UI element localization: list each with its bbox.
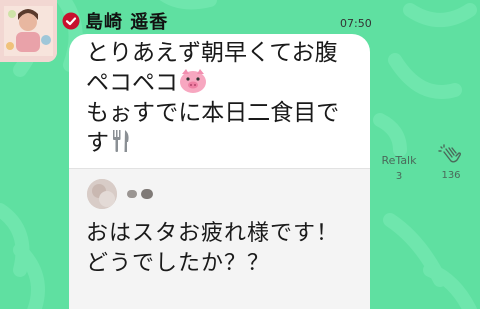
sender-name[interactable]: 島崎 遥香 bbox=[85, 8, 168, 34]
clapping-hands-icon bbox=[438, 144, 462, 163]
pig-face-icon bbox=[180, 69, 206, 93]
message-bubble[interactable]: とりあえず朝早くてお腹 ペコペコ もぉすでに本日二食目で す おはスタお疲れ様で… bbox=[69, 34, 370, 309]
verified-badge-icon bbox=[62, 12, 80, 30]
sender-avatar[interactable] bbox=[0, 0, 57, 62]
timestamp: 07:50 bbox=[340, 17, 372, 30]
message-line-text: ペコペコ bbox=[86, 70, 178, 96]
reply-section[interactable]: おはスタお疲れ様です！ どうでしたか？？ bbox=[69, 168, 370, 309]
retalk-button[interactable]: ReTalk 3 bbox=[380, 154, 418, 182]
message-line-text: もぉすでに本日二食目で bbox=[86, 100, 340, 126]
message-line-text: す bbox=[86, 130, 109, 156]
clap-count: 136 bbox=[441, 170, 461, 181]
retalk-count: 3 bbox=[395, 171, 403, 182]
reply-line: どうでしたか？？ bbox=[86, 251, 271, 276]
reply-text: おはスタお疲れ様です！ どうでしたか？？ bbox=[86, 219, 339, 279]
message-line: す bbox=[86, 128, 366, 158]
fork-and-knife-icon bbox=[113, 130, 129, 152]
avatar-photo bbox=[0, 0, 57, 62]
retalk-label: ReTalk bbox=[381, 154, 417, 167]
message-line: とりあえず朝早くてお腹 bbox=[86, 38, 366, 68]
message-line-text: とりあえず朝早くてお腹 bbox=[86, 40, 338, 66]
message-line: もぉすでに本日二食目で bbox=[86, 98, 366, 128]
reply-name-blurred bbox=[127, 189, 153, 199]
reply-line: おはスタお疲れ様です！ bbox=[86, 221, 340, 246]
reply-avatar-blurred bbox=[87, 179, 117, 209]
clap-button[interactable]: 136 bbox=[436, 144, 466, 181]
blurred-image bbox=[87, 179, 117, 209]
message-line: ペコペコ bbox=[86, 68, 366, 98]
message-text: とりあえず朝早くてお腹 ペコペコ もぉすでに本日二食目で す bbox=[86, 38, 366, 158]
